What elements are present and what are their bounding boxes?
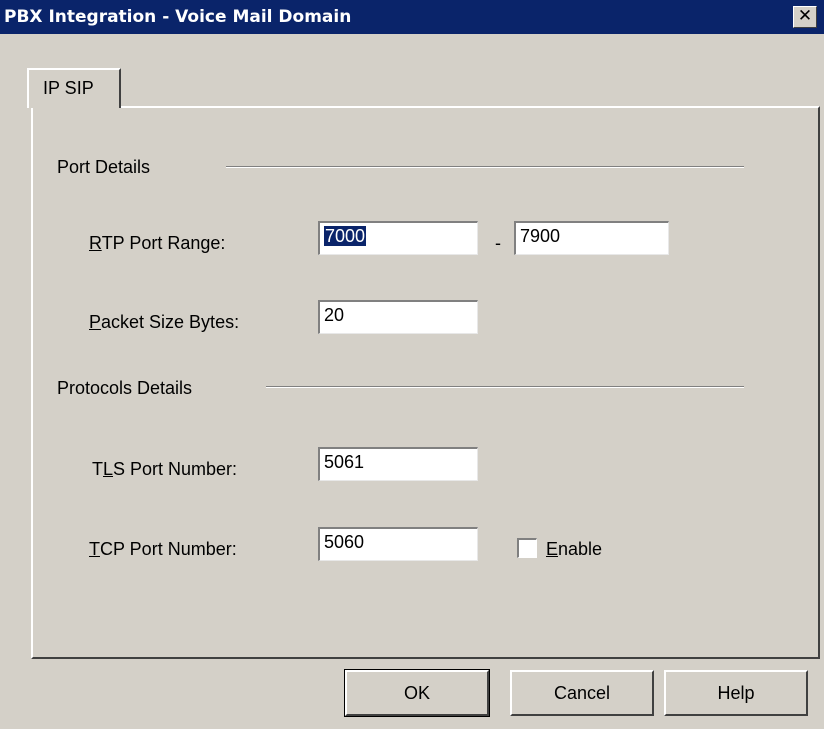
range-separator: - — [495, 233, 501, 253]
protocols-details-divider — [266, 386, 744, 388]
window-title: PBX Integration - Voice Mail Domain — [4, 7, 352, 27]
tcp-port-input[interactable]: 5060 — [318, 527, 478, 561]
packet-size-label: Packet Size Bytes: — [89, 312, 240, 332]
rtp-port-end-input[interactable]: 7900 — [514, 221, 669, 255]
close-button[interactable]: ✕ — [793, 6, 817, 28]
rtp-port-start-value: 7000 — [324, 226, 367, 246]
ok-button[interactable]: OK — [344, 669, 490, 717]
protocols-details-heading: Protocols Details — [57, 378, 193, 398]
tls-port-label: TLS Port Number: — [92, 459, 238, 479]
port-details-heading: Port Details — [57, 157, 151, 177]
enable-label[interactable]: Enable — [546, 539, 602, 560]
tls-port-input[interactable]: 5061 — [318, 447, 478, 481]
close-icon: ✕ — [797, 6, 813, 26]
rtp-port-start-input[interactable]: 7000 — [318, 221, 478, 255]
tab-ip-sip[interactable]: IP SIP — [27, 68, 121, 108]
help-button[interactable]: Help — [664, 670, 808, 716]
tab-label: IP SIP — [43, 78, 94, 98]
cancel-button[interactable]: Cancel — [510, 670, 654, 716]
title-bar: PBX Integration - Voice Mail Domain ✕ — [0, 0, 824, 34]
tcp-port-label: TCP Port Number: — [89, 539, 237, 559]
enable-checkbox[interactable] — [517, 538, 537, 558]
packet-size-input[interactable]: 20 — [318, 300, 478, 334]
port-details-divider — [226, 166, 744, 168]
rtp-port-range-label: RTP Port Range: — [89, 233, 226, 253]
